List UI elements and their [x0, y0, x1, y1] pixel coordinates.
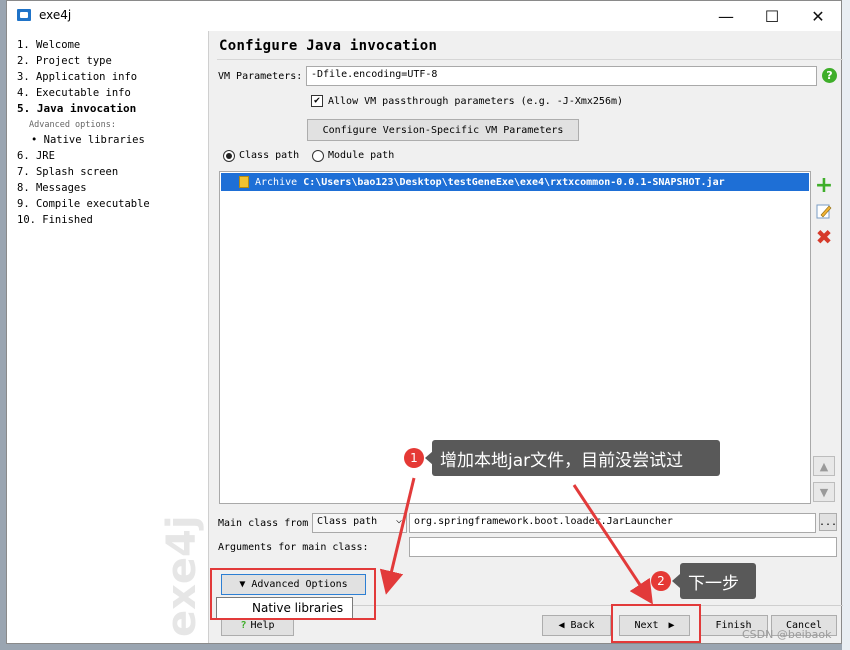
csdn-credit: CSDN @beibaok [742, 628, 832, 641]
arrow-to-next [572, 484, 653, 605]
callout-2-tail [672, 574, 680, 588]
annotation-arrows [379, 477, 653, 605]
annotation-badge-1: 1 [404, 448, 424, 468]
annotation-callout-2: 下一步 [680, 563, 756, 599]
annotation-callout-1: 增加本地jar文件，目前没尝试过 [432, 440, 720, 476]
arrow-to-advanced [379, 477, 416, 595]
annotation-badge-2: 2 [651, 571, 671, 591]
